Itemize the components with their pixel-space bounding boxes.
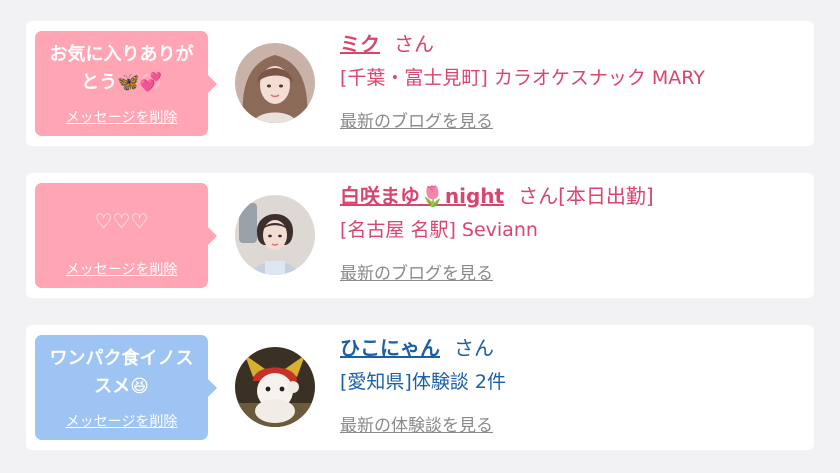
message-bubble: お気に入りありが とう🦋💞 メッセージを削除: [35, 31, 217, 136]
sender-suffix: さん: [394, 32, 434, 56]
message-text: お気に入りありが とう🦋💞: [43, 37, 200, 101]
message-line-1: ♡♡♡: [94, 209, 149, 233]
message-card: お気に入りありが とう🦋💞 メッセージを削除 ミク さん [千葉・富士見町] カラ…: [26, 21, 814, 146]
message-bubble: ♡♡♡ メッセージを削除: [35, 183, 217, 288]
message-line-1: ワンパク食イノス: [49, 348, 194, 369]
message-line-2: とう🦋💞: [81, 72, 162, 93]
sender-name-link[interactable]: ひこにゃん: [340, 336, 440, 360]
sender-suffix: さん: [454, 336, 494, 360]
sender-name-link[interactable]: 白咲まゆ🌷night: [340, 184, 504, 208]
latest-review-link[interactable]: 最新の体験談を見る: [340, 411, 493, 436]
message-text: ワンパク食イノス スメ😆: [43, 341, 200, 405]
avatar[interactable]: [235, 43, 315, 123]
latest-blog-link[interactable]: 最新のブログを見る: [340, 107, 493, 132]
avatar-photo: [235, 195, 315, 275]
avatar[interactable]: [235, 195, 315, 275]
shop-info: [名古屋 名駅] Seviann: [340, 219, 538, 241]
avatar-photo: [235, 43, 315, 123]
shop-info: [千葉・富士見町] カラオケスナック MARY: [340, 67, 705, 89]
sender-name-link[interactable]: ミク: [340, 32, 380, 56]
delete-message-link[interactable]: メッセージを削除: [35, 107, 208, 127]
shop-info: [愛知県]体験談 2件: [340, 371, 506, 393]
avatar[interactable]: [235, 347, 315, 427]
message-card: ワンパク食イノス スメ😆 メッセージを削除 ひこにゃん さん [愛知県]体験談 2…: [26, 325, 814, 450]
message-text: ♡♡♡: [43, 189, 200, 253]
avatar-photo: [235, 347, 315, 427]
message-card: ♡♡♡ メッセージを削除 白咲まゆ🌷night さん[本日出勤] [名古屋 名駅]…: [26, 173, 814, 298]
message-bubble: ワンパク食イノス スメ😆 メッセージを削除: [35, 335, 217, 440]
latest-blog-link[interactable]: 最新のブログを見る: [340, 259, 493, 284]
message-line-2: スメ😆: [94, 376, 149, 397]
message-line-1: お気に入りありが: [49, 44, 194, 65]
delete-message-link[interactable]: メッセージを削除: [35, 411, 208, 431]
delete-message-link[interactable]: メッセージを削除: [35, 259, 208, 279]
sender-suffix: さん[本日出勤]: [518, 184, 654, 208]
